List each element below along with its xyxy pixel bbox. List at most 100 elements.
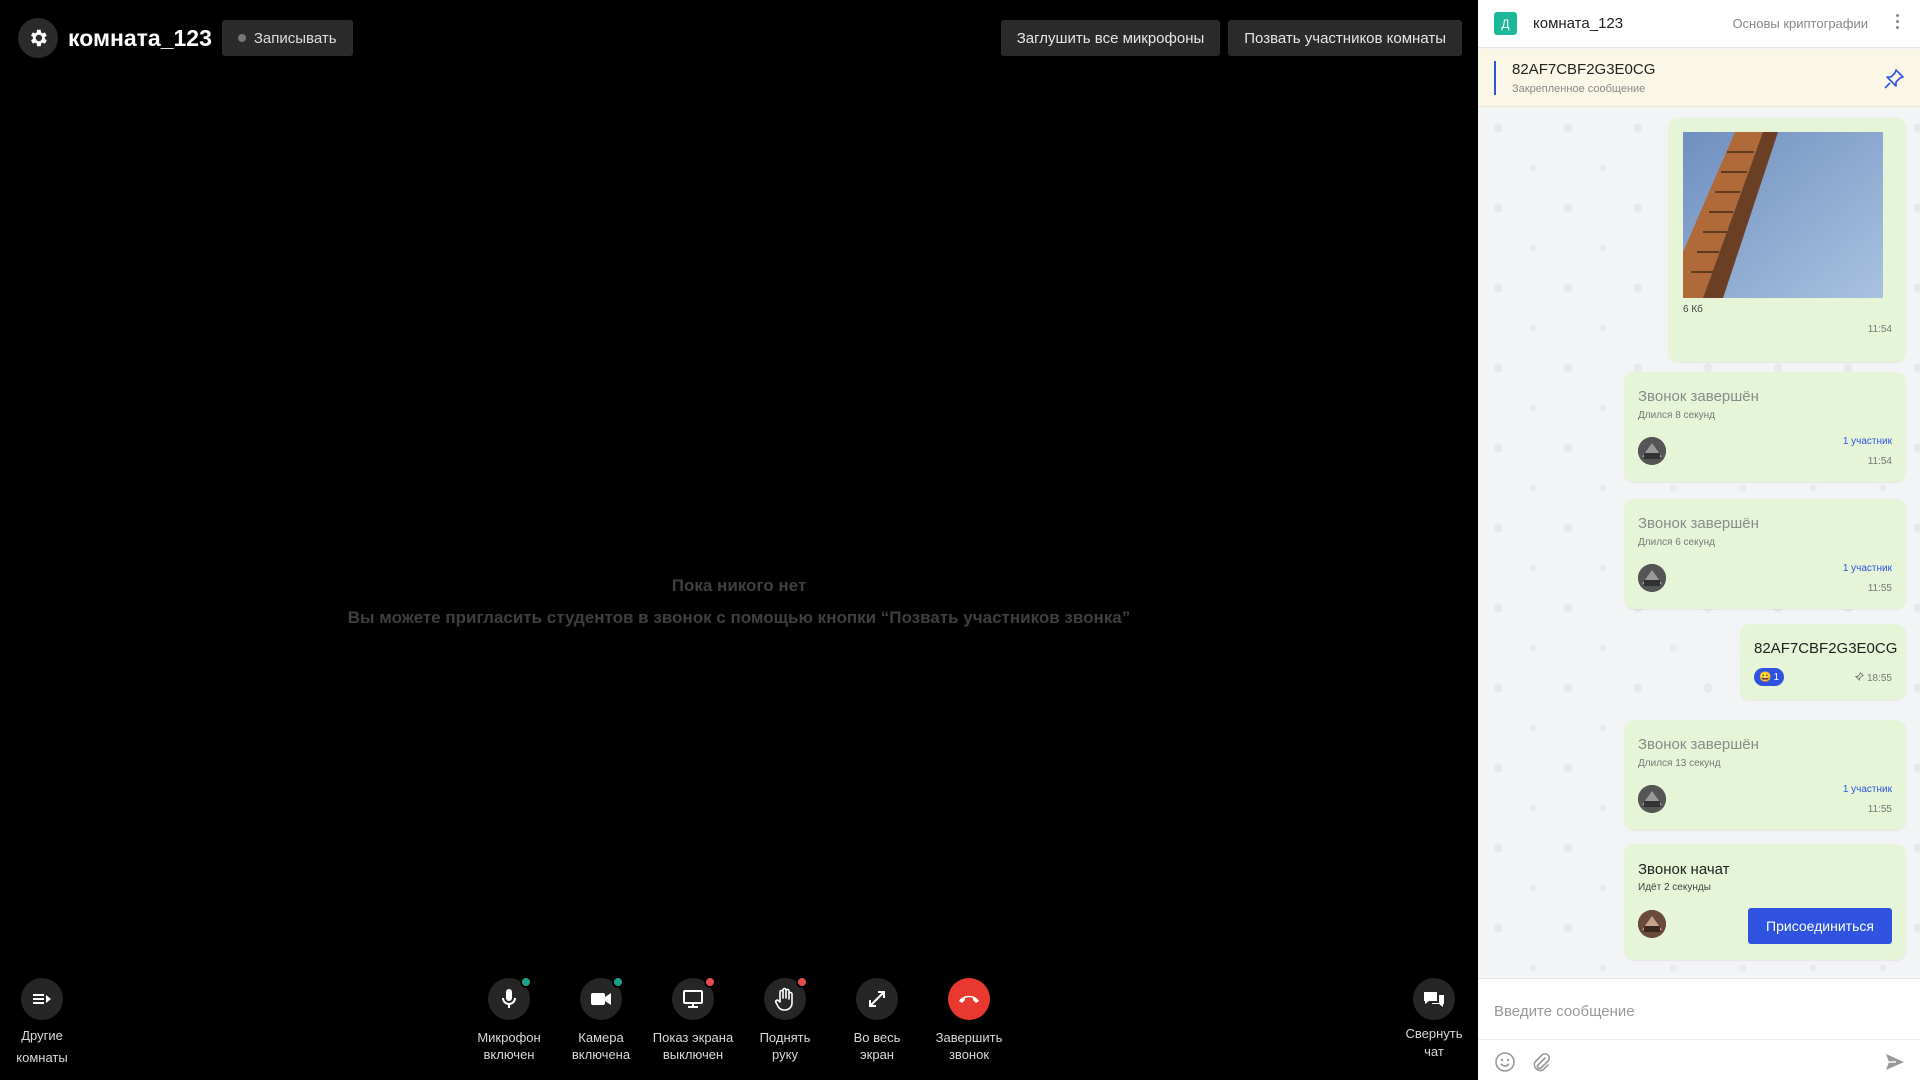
text-message[interactable]: 82AF7CBF2G3E0CG 😀 1 18:55 [1740,624,1906,700]
message-list[interactable]: 6 Кб 11:54 Звонок завершён Длился 8 секу… [1478,108,1920,978]
call-ended-title: Звонок завершён [1638,736,1759,753]
pin-icon[interactable] [1882,67,1906,91]
camera-control[interactable]: Камера включена [555,976,647,1063]
chat-avatar: Д [1494,12,1517,35]
collapse-chat-label-1: Свернуть [1405,1026,1463,1041]
chat-name: комната_123 [1533,15,1624,32]
pin-icon [1855,672,1865,682]
rooms-list-icon [33,994,51,1004]
participant-avatar[interactable] [1638,910,1666,938]
message-time-wrap: 18:55 [1855,672,1892,684]
mic-label-2: включен [483,1047,535,1062]
message-composer: Введите сообщение [1478,978,1920,1080]
screen-share-label-1: Показ экрана [652,1030,734,1045]
chat-course[interactable]: Основы криптографии [1732,16,1868,31]
message-input[interactable]: Введите сообщение [1494,1003,1635,1020]
call-duration: Длился 13 секунд [1638,758,1721,769]
collapse-chat-button[interactable] [1413,978,1455,1020]
raise-hand-control[interactable]: Поднять руку [739,976,831,1063]
chat-bubbles-icon [1424,992,1444,1007]
end-call-label-2: звонок [948,1047,990,1062]
mic-button[interactable] [488,976,532,1020]
record-button[interactable]: Записывать [221,20,353,56]
participant-avatar[interactable] [1638,437,1666,465]
raise-hand-status-indicator [796,976,808,988]
call-area: комната_123 Записывать Заглушить все мик… [0,0,1478,1080]
participants-count[interactable]: 1 участник [1843,436,1892,447]
call-started-title: Звонок начат [1638,861,1730,878]
video-camera-icon [591,993,611,1005]
screen-share-label-2: выключен [662,1047,724,1062]
pinned-text: 82AF7CBF2G3E0CG [1512,61,1656,78]
collapse-chat-control[interactable]: Свернуть чат [1388,978,1480,1061]
fullscreen-label-1: Во весь [853,1030,901,1045]
message-time: 11:54 [1867,456,1892,467]
monitor-icon [683,990,703,1008]
hand-icon [774,987,793,1011]
hang-up-icon [959,995,979,1003]
screen-share-control[interactable]: Показ экрана выключен [647,976,739,1063]
attachment-icon[interactable] [1530,1051,1552,1073]
settings-button[interactable] [18,18,58,58]
join-call-button[interactable]: Присоединиться [1748,908,1892,944]
chat-header: Д комната_123 Основы криптографии [1478,0,1920,48]
screen-share-button[interactable] [672,976,716,1020]
empty-hint: Вы можете пригласить студентов в звонок … [347,608,1131,627]
participant-avatar[interactable] [1638,785,1666,813]
mute-all-button[interactable]: Заглушить все микрофоны [1000,20,1221,56]
mic-label-1: Микрофон [477,1030,541,1045]
image-size: 6 Кб [1683,304,1703,315]
chat-panel: Д комната_123 Основы криптографии 82AF7C… [1478,0,1920,1080]
other-rooms-label-1: Другие [21,1028,63,1043]
other-rooms-control[interactable]: Другие комнаты [0,978,88,1069]
call-ended-title: Звонок завершён [1638,388,1759,405]
call-ended-message[interactable]: Звонок завершён Длился 8 секунд 1 участн… [1624,372,1906,482]
empty-title: Пока никого нет [671,576,807,595]
call-started-status: Идёт 2 секунды [1638,882,1711,893]
empty-state: Пока никого нет Вы можете пригласить сту… [0,576,1478,628]
invite-participants-button[interactable]: Позвать участников комнаты [1228,20,1462,56]
participant-avatar[interactable] [1638,564,1666,592]
building-photo[interactable] [1683,132,1883,298]
call-started-message[interactable]: Звонок начат Идёт 2 секунды Присоединить… [1624,844,1906,960]
collapse-chat-label-2: чат [1424,1044,1444,1059]
mic-control[interactable]: Микрофон включен [463,976,555,1063]
other-rooms-button[interactable] [21,978,63,1020]
call-ended-message[interactable]: Звонок завершён Длился 13 секунд 1 участ… [1624,720,1906,830]
call-ended-message[interactable]: Звонок завершён Длился 6 секунд 1 участн… [1624,499,1906,609]
more-options-icon[interactable] [1896,14,1900,32]
call-duration: Длился 8 секунд [1638,410,1715,421]
reaction-count: 1 [1773,671,1780,683]
call-duration: Длился 6 секунд [1638,537,1715,548]
fullscreen-control[interactable]: Во весь экран [831,978,923,1063]
call-actions: Заглушить все микрофоны Позвать участник… [1000,20,1462,56]
camera-button[interactable] [580,976,624,1020]
pinned-label: Закрепленное сообщение [1512,83,1646,95]
screen-share-status-indicator [704,976,716,988]
end-call-control[interactable]: Завершить звонок [923,978,1015,1063]
fullscreen-button[interactable] [856,978,898,1020]
camera-label-2: включена [571,1047,631,1062]
raise-hand-button[interactable] [764,976,808,1020]
mic-status-indicator [520,976,532,988]
participants-count[interactable]: 1 участник [1843,563,1892,574]
send-icon[interactable] [1884,1051,1906,1073]
message-time: 18:55 [1866,673,1892,684]
raise-hand-label-2: руку [772,1047,798,1062]
camera-status-indicator [612,976,624,988]
expand-icon [869,991,885,1007]
record-dot-icon [237,34,246,42]
pinned-message[interactable]: 82AF7CBF2G3E0CG Закрепленное сообщение [1478,49,1920,107]
gear-icon [31,29,47,47]
call-ended-title: Звонок завершён [1638,515,1759,532]
reaction-badge[interactable]: 😀 1 [1754,668,1785,686]
other-rooms-label-2: комнаты [16,1050,68,1065]
end-call-button[interactable] [948,978,990,1020]
image-message[interactable]: 6 Кб 11:54 [1668,118,1906,362]
camera-label-1: Камера [578,1030,624,1045]
pinned-accent-bar [1494,61,1496,95]
participants-count[interactable]: 1 участник [1843,784,1892,795]
message-time: 11:55 [1867,804,1892,815]
microphone-icon [502,989,516,1008]
emoji-icon[interactable] [1494,1051,1516,1073]
